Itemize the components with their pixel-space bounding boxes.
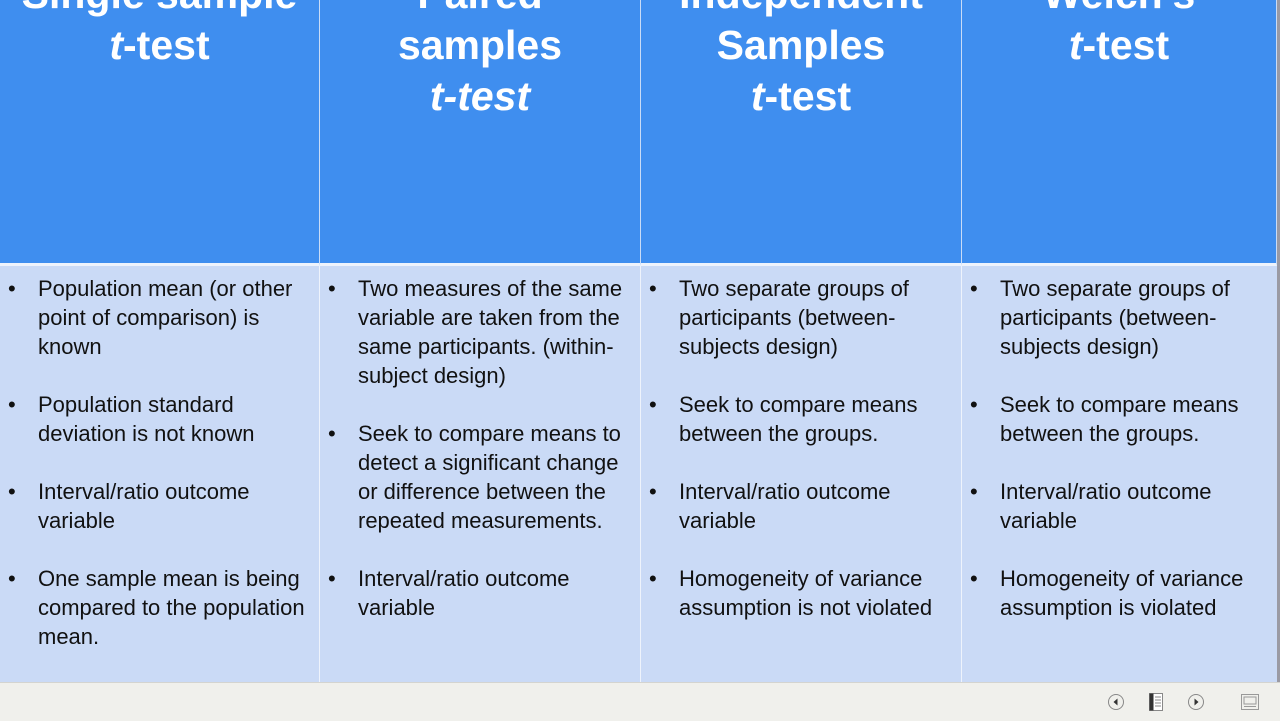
bullet-text: Population standard deviation is not kno…: [38, 392, 255, 446]
title-text: samples: [397, 22, 563, 68]
next-slide-icon: [1188, 694, 1204, 710]
header-title-line: Single sample: [0, 0, 319, 20]
header-title-line: samples: [320, 20, 640, 71]
bullet-item: • Homogeneity of variance assumption is v…: [962, 564, 1277, 622]
header-title-line: t-test: [320, 71, 640, 122]
body-welchs: • Two separate groups of participants (be…: [962, 266, 1277, 682]
bullet-text: Interval/ratio outcome variable: [38, 479, 250, 533]
bullet-icon: •: [970, 276, 978, 301]
bullet-item: • Two separate groups of participants (be…: [641, 274, 961, 361]
bullet-item: • Homogeneity of variance assumption is n…: [641, 564, 961, 622]
bullet-list: • Two measures of the same variable are t…: [320, 274, 640, 622]
bullet-text: Seek to compare means to detect a signif…: [358, 421, 621, 533]
body-single-sample: • Population mean (or other point of comp…: [0, 266, 320, 682]
bullet-icon: •: [8, 392, 16, 417]
comparison-table: Single samplet-test Pairedsamplest-test …: [0, 0, 1277, 682]
bullet-icon: •: [8, 479, 16, 504]
bullet-item: • One sample mean is being compared to th…: [0, 564, 319, 651]
header-title-line: Paired: [320, 0, 640, 20]
header-title-line: t-test: [641, 71, 961, 122]
bullet-item: • Interval/ratio outcome variable: [0, 477, 319, 535]
bullet-icon: •: [328, 566, 336, 591]
header-paired-samples: Paired samples t-test: [320, 0, 641, 266]
header-title-line: t-test: [962, 20, 1276, 71]
title-text: -test: [123, 22, 210, 68]
header-title: Paired samples t-test: [320, 0, 640, 122]
slide-view-icon: [1241, 694, 1259, 710]
title-text: Welch's: [1043, 0, 1196, 17]
bullet-icon: •: [328, 276, 336, 301]
bullet-icon: •: [8, 566, 16, 591]
body-independent-samples: • Two separate groups of participants (be…: [641, 266, 962, 682]
header-welchs: Welch's t-test: [962, 0, 1277, 266]
status-bar: [0, 682, 1280, 721]
bullet-icon: •: [649, 479, 657, 504]
title-text: Independent: [679, 0, 923, 17]
bullet-icon: •: [970, 392, 978, 417]
bullet-icon: •: [8, 276, 16, 301]
italic-t: t: [109, 22, 124, 68]
notes-view-icon: [1149, 693, 1163, 711]
header-title: Single sample t-test: [0, 0, 319, 71]
bullet-list: • Two separate groups of participants (be…: [962, 274, 1277, 622]
bullet-item: • Two separate groups of participants (be…: [962, 274, 1277, 361]
italic-t: t: [1068, 22, 1083, 68]
slide-view-button[interactable]: [1240, 692, 1260, 712]
bullet-icon: •: [649, 392, 657, 417]
bullet-list: • Population mean (or other point of comp…: [0, 274, 319, 651]
bullet-list: • Two separate groups of participants (be…: [641, 274, 961, 622]
bullet-text: Seek to compare means between the groups…: [1000, 392, 1239, 446]
header-independent-samples: IndependentSamplest-test: [641, 0, 962, 266]
bullet-item: • Seek to compare means between the group…: [962, 390, 1277, 448]
header-title-line: t-test: [0, 20, 319, 71]
title-text: -test: [764, 73, 852, 119]
bullet-text: Two separate groups of participants (bet…: [1000, 276, 1230, 359]
bullet-text: One sample mean is being compared to the…: [38, 566, 305, 649]
italic-t: t: [750, 73, 765, 119]
bullet-item: • Seek to compare means to detect a signi…: [320, 419, 640, 535]
header-single-sample: Single sample t-test: [0, 0, 320, 266]
bullet-text: Two measures of the same variable are ta…: [358, 276, 623, 388]
bullet-icon: •: [649, 566, 657, 591]
bullet-icon: •: [649, 276, 657, 301]
previous-slide-icon: [1108, 694, 1124, 710]
bullet-item: • Interval/ratio outcome variable: [320, 564, 640, 622]
header-title-line: Independent: [641, 0, 961, 20]
title-text: -test: [1082, 22, 1170, 68]
bullet-text: Interval/ratio outcome variable: [1000, 479, 1212, 533]
header-title: IndependentSamplest-test: [641, 0, 961, 122]
notes-view-button[interactable]: [1146, 692, 1166, 712]
bullet-text: Homogeneity of variance assumption is vi…: [1000, 566, 1244, 620]
bullet-item: • Two measures of the same variable are t…: [320, 274, 640, 390]
header-title-line: Samples: [641, 20, 961, 71]
header-title-line: Welch's: [962, 0, 1276, 20]
bullet-text: Two separate groups of participants (bet…: [679, 276, 909, 359]
bullet-text: Homogeneity of variance assumption is no…: [679, 566, 933, 620]
bullet-text: Interval/ratio outcome variable: [679, 479, 891, 533]
italic-t: t-test: [429, 73, 531, 119]
bullet-text: Population mean (or other point of compa…: [38, 276, 293, 359]
bullet-item: • Interval/ratio outcome variable: [641, 477, 961, 535]
bullet-item: • Population mean (or other point of comp…: [0, 274, 319, 361]
bullet-icon: •: [970, 479, 978, 504]
title-text: Paired: [417, 0, 542, 17]
bullet-item: • Interval/ratio outcome variable: [962, 477, 1277, 535]
bullet-text: Seek to compare means between the groups…: [679, 392, 918, 446]
header-title: Welch's t-test: [962, 0, 1276, 71]
bullet-icon: •: [328, 421, 336, 446]
bullet-text: Interval/ratio outcome variable: [358, 566, 570, 620]
next-slide-button[interactable]: [1186, 692, 1206, 712]
bullet-icon: •: [970, 566, 978, 591]
title-text: Samples: [716, 22, 886, 68]
body-paired-samples: • Two measures of the same variable are t…: [320, 266, 641, 682]
presentation-slide: Single samplet-test Pairedsamplest-test …: [0, 0, 1277, 682]
title-text: Single sample: [22, 0, 298, 17]
previous-slide-button[interactable]: [1106, 692, 1126, 712]
bullet-item: • Seek to compare means between the group…: [641, 390, 961, 448]
bullet-item: • Population standard deviation is not kn…: [0, 390, 319, 448]
